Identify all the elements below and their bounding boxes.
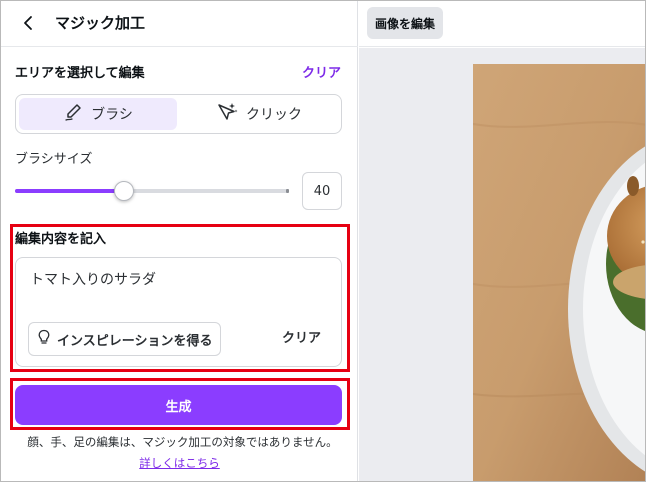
brush-size-label: ブラシサイズ	[15, 152, 93, 167]
selection-mode-toggle: ブラシ クリック	[15, 94, 342, 134]
click-mode-label: クリック	[246, 107, 302, 123]
edit-image-button[interactable]: 画像を編集	[367, 7, 444, 39]
magic-click-icon	[216, 101, 246, 127]
brush-mode-button[interactable]: ブラシ	[19, 98, 177, 130]
panel-title: マジック加工	[55, 14, 146, 32]
magic-edit-panel: マジック加工 エリアを選択して編集 クリア ブラシ クリック ブラシサイズ 40…	[1, 1, 358, 481]
learn-more-link[interactable]: 詳しくはこちら	[1, 455, 358, 471]
slider-end-marker	[286, 189, 289, 193]
brush-icon	[63, 102, 91, 126]
photo-content	[473, 64, 645, 481]
highlight-annotation-prompt	[10, 224, 350, 372]
brush-size-slider[interactable]	[15, 181, 289, 201]
editor-toolbar: 画像を編集	[359, 1, 645, 47]
slider-thumb[interactable]	[113, 181, 134, 201]
canvas-area	[359, 48, 645, 481]
app-window: マジック加工 エリアを選択して編集 クリア ブラシ クリック ブラシサイズ 40…	[0, 0, 646, 482]
click-mode-button[interactable]: クリック	[180, 98, 338, 130]
area-select-title: エリアを選択して編集	[15, 66, 145, 81]
slider-fill	[15, 189, 124, 193]
notice-text: 顔、手、足の編集は、マジック加工の対象ではありません。	[27, 435, 338, 449]
brush-mode-label: ブラシ	[91, 107, 133, 123]
panel-header: マジック加工	[1, 1, 358, 47]
canvas-photo[interactable]	[473, 64, 645, 481]
brush-size-value[interactable]: 40	[302, 172, 342, 210]
highlight-annotation-generate	[10, 378, 350, 430]
clear-selection-link[interactable]: クリア	[302, 65, 341, 83]
chevron-left-icon[interactable]	[19, 13, 39, 33]
